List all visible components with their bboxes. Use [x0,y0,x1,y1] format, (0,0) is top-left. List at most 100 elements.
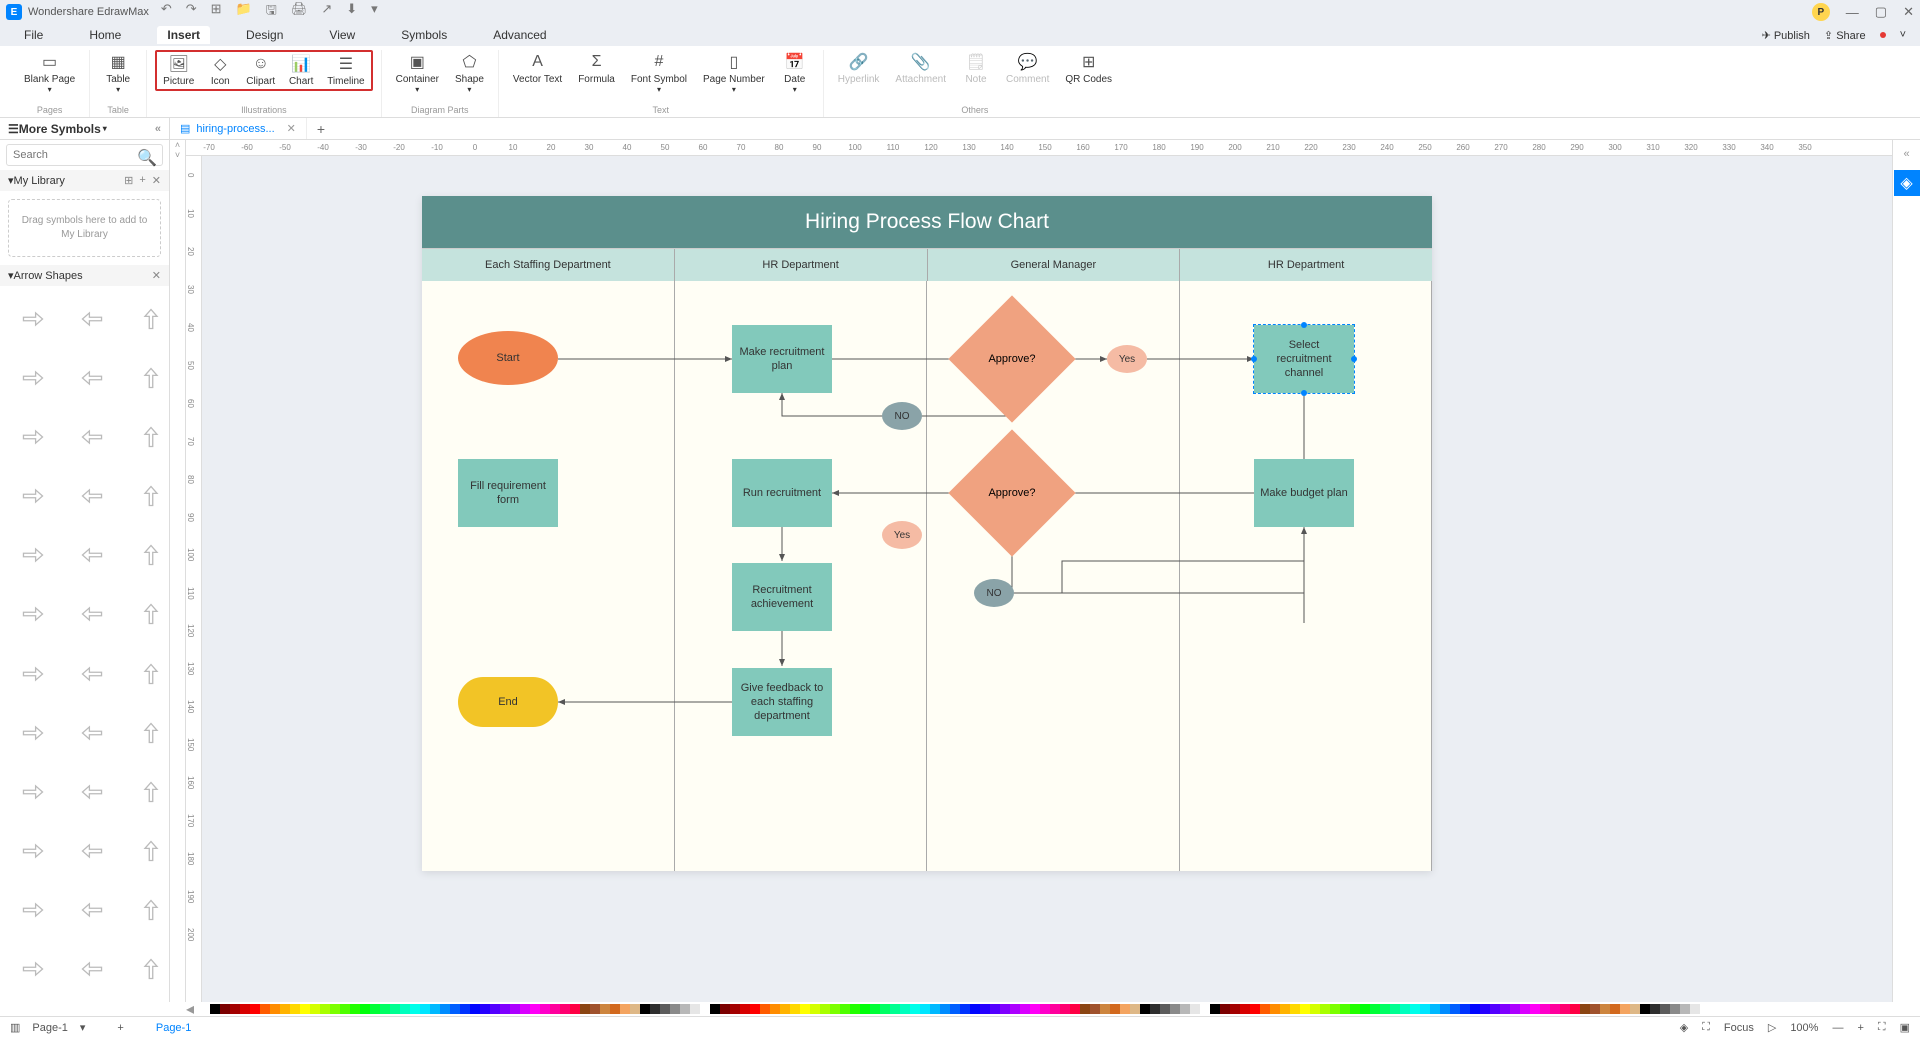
color-swatch[interactable] [1170,1004,1180,1014]
color-swatch[interactable] [920,1004,930,1014]
color-swatch[interactable] [230,1004,240,1014]
timeline-button[interactable]: ☰Timeline [321,52,370,89]
color-swatch[interactable] [260,1004,270,1014]
color-swatch[interactable] [1500,1004,1510,1014]
sidebar-title[interactable]: More Symbols [19,122,101,136]
color-swatch[interactable] [210,1004,220,1014]
color-swatch[interactable] [1510,1004,1520,1014]
color-swatch[interactable] [520,1004,530,1014]
color-swatch[interactable] [1320,1004,1330,1014]
arrow-shape-item[interactable] [4,527,61,584]
color-swatch[interactable] [840,1004,850,1014]
color-swatch[interactable] [1400,1004,1410,1014]
lib-close-icon[interactable]: ✕ [152,174,161,187]
color-swatch[interactable] [660,1004,670,1014]
node-no-1[interactable]: NO [882,402,922,430]
pages-menu-icon[interactable]: ▥ [10,1021,20,1034]
arrow-shape-item[interactable] [4,290,61,347]
color-swatch[interactable] [300,1004,310,1014]
arrow-shape-item[interactable] [4,586,61,643]
color-swatch[interactable] [570,1004,580,1014]
color-swatch[interactable] [810,1004,820,1014]
zoom-out-icon[interactable]: — [1832,1022,1843,1034]
attachment-button[interactable]: 📎Attachment [889,50,952,87]
color-swatch[interactable] [200,1004,210,1014]
color-swatch[interactable] [1530,1004,1540,1014]
color-swatch[interactable] [440,1004,450,1014]
color-swatch[interactable] [1050,1004,1060,1014]
open-icon[interactable]: 📁 [236,1,252,23]
document-tab[interactable]: ▤ hiring-process... ✕ [170,118,307,139]
arrow-shape-item[interactable] [4,349,61,406]
play-icon[interactable]: ▷ [1768,1021,1776,1034]
color-swatch[interactable] [1620,1004,1630,1014]
focus-icon[interactable]: ⛶ [1702,1021,1710,1034]
color-swatch[interactable] [1350,1004,1360,1014]
arrow-shapes-close-icon[interactable]: ✕ [152,269,161,282]
scroll-down-icon[interactable]: ˅ [175,150,180,160]
arrow-shape-item[interactable] [63,349,120,406]
color-swatch[interactable] [1660,1004,1670,1014]
arrow-shape-item[interactable] [122,527,169,584]
arrow-shape-item[interactable] [122,645,169,702]
redo-icon[interactable]: ↷ [186,1,197,23]
color-swatch[interactable] [270,1004,280,1014]
arrow-shape-item[interactable] [63,527,120,584]
picture-button[interactable]: 🖼Picture [157,52,200,89]
color-swatch[interactable] [1280,1004,1290,1014]
arrow-shape-item[interactable] [63,586,120,643]
node-select-channel[interactable]: Select recruitment channel [1254,325,1354,393]
color-swatch[interactable] [930,1004,940,1014]
color-swatch[interactable] [1140,1004,1150,1014]
color-swatch[interactable] [420,1004,430,1014]
qat-more-icon[interactable]: ▾ [371,1,378,23]
menu-insert[interactable]: Insert [157,26,210,44]
color-swatch[interactable] [360,1004,370,1014]
color-swatch[interactable] [380,1004,390,1014]
color-swatch[interactable] [1030,1004,1040,1014]
color-swatch[interactable] [1180,1004,1190,1014]
color-swatch[interactable] [1110,1004,1120,1014]
color-swatch[interactable] [1250,1004,1260,1014]
color-swatch[interactable] [1470,1004,1480,1014]
color-swatch[interactable] [410,1004,420,1014]
import-icon[interactable]: ⬇ [346,1,357,23]
color-swatch[interactable] [1370,1004,1380,1014]
right-expand-icon[interactable]: « [1903,148,1909,160]
color-swatch[interactable] [740,1004,750,1014]
color-swatch[interactable] [1650,1004,1660,1014]
color-swatch[interactable] [1590,1004,1600,1014]
color-swatch[interactable] [770,1004,780,1014]
color-swatch[interactable] [1270,1004,1280,1014]
color-swatch[interactable] [400,1004,410,1014]
color-swatch[interactable] [650,1004,660,1014]
color-swatch[interactable] [240,1004,250,1014]
color-swatch[interactable] [510,1004,520,1014]
color-swatch[interactable] [430,1004,440,1014]
sel-handle-e[interactable] [1351,356,1357,362]
menu-design[interactable]: Design [236,26,293,44]
arrow-shape-item[interactable] [122,704,169,761]
page-number-button[interactable]: ▯Page Number▾ [697,50,771,96]
color-swatch[interactable] [350,1004,360,1014]
color-swatch[interactable] [1240,1004,1250,1014]
color-swatch[interactable] [1100,1004,1110,1014]
color-swatch[interactable] [470,1004,480,1014]
publish-button[interactable]: ✈ Publish [1762,29,1810,42]
color-swatch[interactable] [910,1004,920,1014]
arrow-shape-item[interactable] [63,408,120,465]
arrow-shape-item[interactable] [4,823,61,880]
page[interactable]: Hiring Process Flow Chart Each Staffing … [422,196,1432,871]
color-swatch[interactable] [710,1004,720,1014]
lane-header-2[interactable]: General Manager [928,249,1181,281]
chart-button[interactable]: 📊Chart [281,52,321,89]
menu-chevron-icon[interactable]: ˅ [1900,29,1906,41]
page-label[interactable]: Page-1 [32,1022,67,1034]
color-swatch[interactable] [1130,1004,1140,1014]
color-swatch[interactable] [1430,1004,1440,1014]
color-swatch[interactable] [1450,1004,1460,1014]
arrow-shape-item[interactable] [4,408,61,465]
color-swatch[interactable] [290,1004,300,1014]
color-swatch[interactable] [1020,1004,1030,1014]
color-swatch[interactable] [1340,1004,1350,1014]
